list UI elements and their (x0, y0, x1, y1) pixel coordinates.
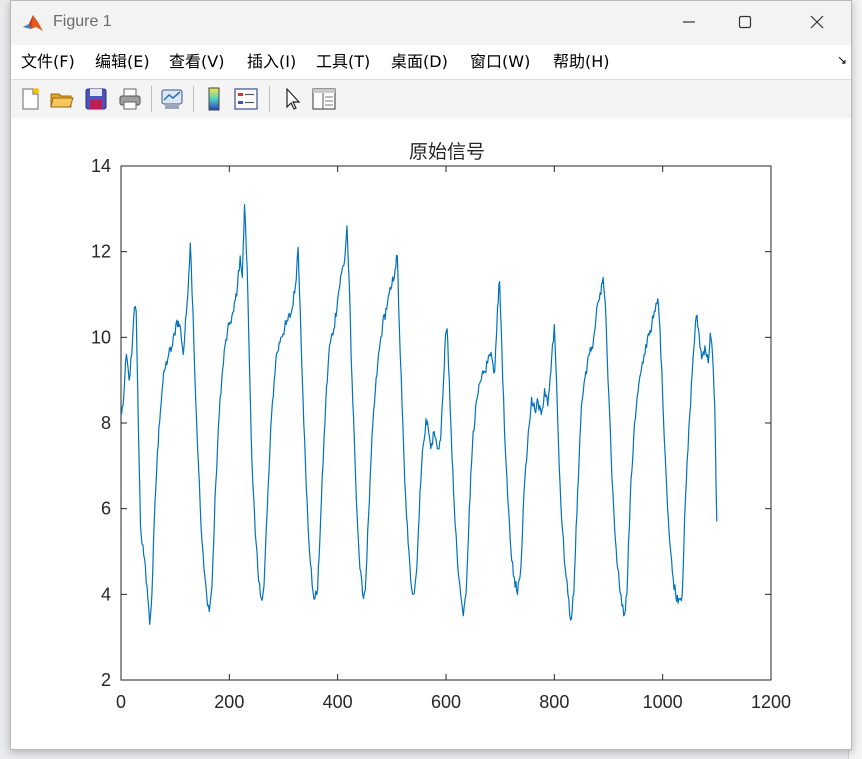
close-icon (810, 14, 824, 33)
minimize-icon (682, 14, 696, 33)
figure-canvas[interactable]: 原始信号 0 200 400 600 800 1000 1200 2 4 6 8 10 12 14 (11, 118, 851, 749)
x-tick-label: 800 (539, 692, 569, 712)
property-editor-icon[interactable] (311, 86, 337, 112)
x-tick-label: 0 (116, 692, 126, 712)
y-tick-label: 12 (91, 242, 111, 262)
legend-icon[interactable] (233, 86, 259, 112)
menu-help[interactable]: 帮助(H) (553, 51, 610, 73)
menu-window[interactable]: 窗口(W) (470, 51, 530, 73)
x-tick-label: 1200 (751, 692, 791, 712)
maximize-icon (738, 14, 752, 33)
menu-dock-arrow-icon[interactable]: ↘ (837, 53, 847, 67)
save-icon[interactable] (83, 86, 109, 112)
y-tick-label: 8 (101, 413, 111, 433)
window-title: Figure 1 (53, 13, 112, 30)
figure-window: Figure 1 文件(F) 编辑(E) 查看(V) 插入(I) 工具(T) 桌… (10, 0, 852, 750)
y-tick-label: 10 (91, 327, 111, 347)
maximize-button[interactable] (723, 7, 767, 39)
plot-title: 原始信号 (409, 141, 485, 163)
open-file-icon[interactable] (49, 86, 75, 112)
y-tick-label: 2 (101, 670, 111, 690)
title-bar[interactable]: Figure 1 (11, 1, 851, 45)
menu-desktop[interactable]: 桌面(D) (391, 51, 448, 73)
colorbar-icon[interactable] (201, 86, 227, 112)
x-tick-label: 600 (431, 692, 461, 712)
link-plot-icon[interactable] (159, 86, 185, 112)
toolbar-separator (151, 86, 152, 112)
menu-insert[interactable]: 插入(I) (247, 51, 296, 73)
y-tick-label: 4 (101, 584, 111, 604)
x-tick-label: 400 (323, 692, 353, 712)
x-tick-label: 1000 (643, 692, 683, 712)
new-figure-icon[interactable] (17, 86, 43, 112)
pointer-icon[interactable] (279, 86, 305, 112)
menu-file[interactable]: 文件(F) (21, 51, 75, 73)
matlab-logo-icon (22, 12, 44, 34)
print-icon[interactable] (117, 86, 143, 112)
close-button[interactable] (795, 7, 839, 39)
menu-edit[interactable]: 编辑(E) (95, 51, 150, 73)
y-tick-label: 6 (101, 499, 111, 519)
toolbar-separator (193, 86, 194, 112)
figure-toolbar (11, 79, 851, 119)
menu-bar: 文件(F) 编辑(E) 查看(V) 插入(I) 工具(T) 桌面(D) 窗口(W… (11, 45, 851, 79)
minimize-button[interactable] (667, 7, 711, 39)
y-tick-label: 14 (91, 156, 111, 176)
menu-view[interactable]: 查看(V) (169, 51, 224, 73)
axes-svg: 原始信号 0 200 400 600 800 1000 1200 2 4 6 8 10 12 14 (91, 141, 791, 712)
toolbar-separator (269, 86, 270, 112)
menu-tools[interactable]: 工具(T) (316, 51, 370, 73)
x-tick-label: 200 (214, 692, 244, 712)
